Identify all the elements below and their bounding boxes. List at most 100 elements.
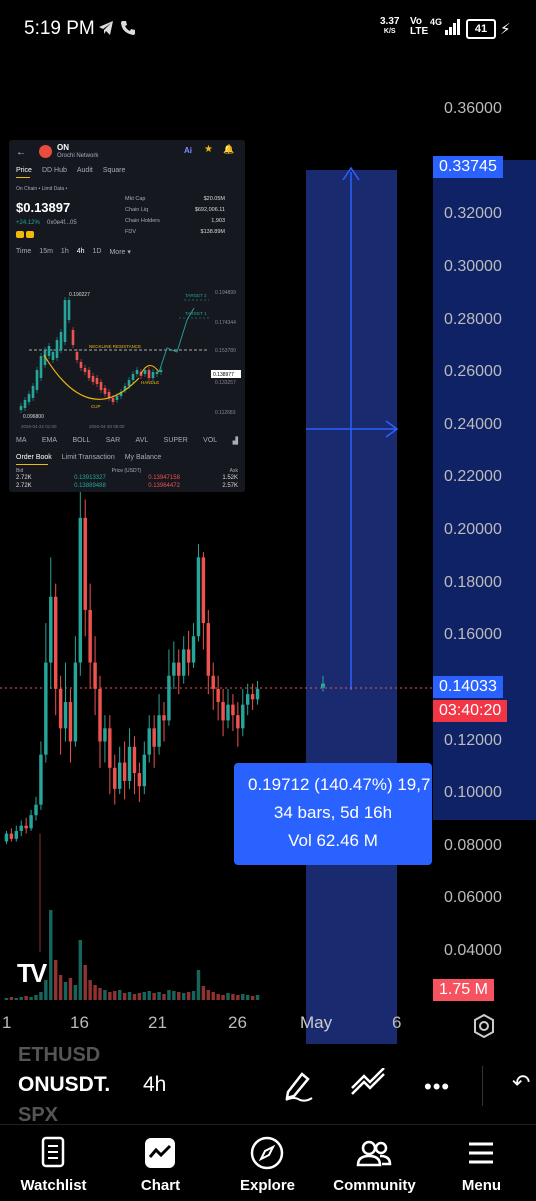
candle <box>49 596 53 663</box>
volume-bar <box>167 990 171 1000</box>
price-header: Price (USDT) <box>111 468 142 474</box>
current-price-tag: 0.14033 <box>433 676 503 698</box>
bid-size: 2.72K <box>16 483 32 489</box>
volume-bar <box>236 995 240 1000</box>
cup-label: CUP <box>91 404 101 409</box>
timeframe: 4h <box>76 248 85 255</box>
book-header: Bid Price (USDT) Ask <box>16 468 238 474</box>
high-label: 0.190227 <box>69 292 90 298</box>
volume-bar <box>186 992 191 1000</box>
volume-bar <box>103 990 107 1000</box>
candle <box>83 517 87 610</box>
candle <box>44 662 48 755</box>
candle <box>196 557 201 637</box>
measure-volume: Vol 62.46 M <box>288 831 378 850</box>
interval-button[interactable]: 4h <box>143 1073 166 1097</box>
price-axis-label: 0.12000 <box>444 731 502 749</box>
date-axis-label: 1 <box>2 1013 12 1032</box>
low-label: 0.096800 <box>23 414 44 420</box>
volume-bar <box>122 993 127 1000</box>
candle <box>186 649 191 663</box>
ask-price: 0.13964472 <box>148 483 180 489</box>
inset-tab: Square <box>102 167 126 174</box>
price-axis-label: 0.26000 <box>444 363 502 381</box>
stat-label: FDV <box>125 229 136 235</box>
candle <box>206 623 211 676</box>
inset-candle <box>131 374 135 380</box>
inset-candle <box>31 386 35 398</box>
nav-watchlist[interactable]: Watchlist <box>0 1125 107 1201</box>
inset-axis-label: 0.174344 <box>215 320 236 326</box>
inset-candle <box>115 396 119 400</box>
volte-bottom: LTE <box>410 26 429 37</box>
inset-candle <box>95 378 99 384</box>
token-logo <box>39 145 52 158</box>
indicator: SUPER <box>163 437 188 444</box>
inset-candle <box>75 352 79 360</box>
volume-bar <box>19 997 23 1000</box>
target1-label: TARGET 1 <box>185 311 207 316</box>
net-speed-value: 3.37 <box>380 16 400 27</box>
status-bar: 5:19 PM 3.37 K/S Vo LTE 4G 41 ⚡ <box>0 0 536 60</box>
stat-label: Chain Holders <box>125 218 160 224</box>
volume-bar <box>211 992 215 1000</box>
stat-value: $692,006.11 <box>194 207 225 213</box>
volte-indicator: Vo LTE <box>410 17 428 37</box>
volume-bar <box>216 994 220 1000</box>
inset-candle <box>55 340 59 358</box>
volume-bar <box>24 996 28 1000</box>
volume-bar <box>152 993 156 1000</box>
candle <box>39 754 43 805</box>
book-tab: Order Book <box>16 454 52 461</box>
inset-timeframes: Time 15m 1h 4h 1D More ▾ <box>16 248 131 256</box>
net-speed-unit: K/S <box>383 28 396 35</box>
price-axis-label: 0.20000 <box>444 521 502 538</box>
candle <box>73 662 78 742</box>
badge-icon <box>26 231 34 238</box>
date-axis-label: 6 <box>392 1013 402 1032</box>
candle <box>236 715 240 729</box>
inset-tab: Audit <box>76 167 93 174</box>
more-icon[interactable]: ••• <box>424 1074 450 1100</box>
prev-symbol[interactable]: ETHUSD <box>18 1044 100 1067</box>
price-axis-label: 0.36000 <box>444 100 502 117</box>
candle <box>19 825 23 831</box>
price-axis-label: 0.16000 <box>444 626 502 644</box>
candle <box>53 596 58 689</box>
symbol-button[interactable]: ONUSDT. <box>18 1073 110 1097</box>
volume-bar <box>73 985 78 1000</box>
indicator: AVL <box>135 437 149 444</box>
book-row: 2.72K 0.13889488 0.13964472 2.57K <box>16 483 238 491</box>
volume-bar <box>221 995 225 1000</box>
draw-pencil-icon[interactable] <box>282 1068 314 1107</box>
bid-price: 0.13913327 <box>74 475 106 481</box>
inset-candle <box>99 382 103 390</box>
candle <box>93 662 97 689</box>
chart-icon: ▟ <box>232 438 238 445</box>
bell-icon: 🔔 <box>223 144 235 154</box>
inset-name: Orochi Network <box>57 153 99 159</box>
indicator: BOLL <box>72 437 91 444</box>
nav-community[interactable]: Community <box>321 1125 428 1201</box>
candle <box>177 662 181 676</box>
nav-chart[interactable]: Chart <box>107 1125 214 1201</box>
chart-settings-icon[interactable] <box>470 1012 498 1045</box>
price-axis-label: 0.24000 <box>444 415 502 433</box>
candle <box>58 688 63 729</box>
trend-line-icon[interactable] <box>350 1067 386 1103</box>
book-tab: My Balance <box>124 454 162 461</box>
nav-explore[interactable]: Explore <box>214 1125 321 1201</box>
candle <box>78 517 83 663</box>
inset-contract: 0x0e4f...05 <box>47 220 77 226</box>
inset-price-tag: 0.138977 <box>213 372 234 378</box>
volume-bar <box>98 988 102 1000</box>
nav-menu[interactable]: Menu <box>428 1125 535 1201</box>
community-icon <box>356 1140 392 1167</box>
inset-axis-label: 0.112683 <box>215 410 236 416</box>
candle <box>191 636 196 663</box>
inset-sub: On Chain • Limit Data • <box>16 186 68 192</box>
undo-icon[interactable]: ↶ <box>512 1070 530 1096</box>
inset-candle <box>63 300 67 342</box>
price-axis-label: 0.04000 <box>444 942 502 959</box>
volume-bar <box>172 991 176 1000</box>
